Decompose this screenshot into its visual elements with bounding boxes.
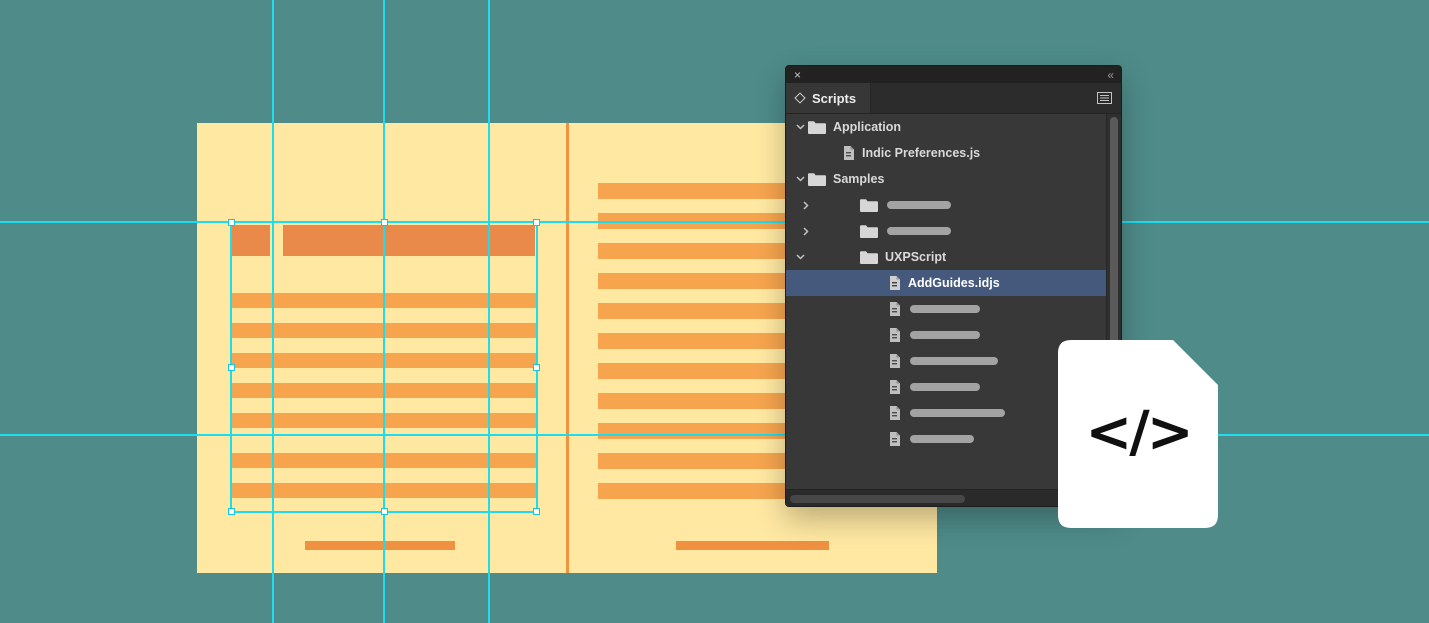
- tree-row-label: Samples: [833, 172, 884, 186]
- placeholder-bar: [910, 383, 980, 391]
- folder-icon: [808, 173, 826, 186]
- tab-diamond-icon: [794, 92, 805, 103]
- folder-icon: [860, 251, 878, 264]
- panel-tab-bar: Scripts: [786, 83, 1121, 114]
- canvas: × « Scripts Application: [0, 0, 1429, 623]
- selection-handle[interactable]: [228, 364, 235, 371]
- tree-row-label: AddGuides.idjs: [908, 276, 1000, 290]
- selected-text-frame[interactable]: [230, 221, 538, 513]
- selection-handle[interactable]: [228, 508, 235, 515]
- tree-row-application[interactable]: Application: [786, 114, 1121, 140]
- selection-handle[interactable]: [381, 219, 388, 226]
- caption-bar: [676, 541, 829, 550]
- placeholder-bar: [910, 357, 998, 365]
- folder-icon: [860, 199, 878, 212]
- chevron-down-icon[interactable]: [792, 124, 808, 130]
- script-file-icon: [888, 432, 901, 446]
- placeholder-bar: [910, 435, 974, 443]
- script-file-icon: [888, 276, 901, 290]
- selection-handle[interactable]: [228, 219, 235, 226]
- script-file-icon: [888, 328, 901, 342]
- placeholder-bar: [887, 227, 951, 235]
- chevron-right-icon[interactable]: [798, 201, 814, 210]
- panel-title-bar: × «: [786, 66, 1121, 83]
- placeholder-bar: [910, 409, 1005, 417]
- tree-row-uxpscript[interactable]: UXPScript: [786, 244, 1121, 270]
- code-file-badge: </>: [1058, 340, 1218, 528]
- chevron-down-icon[interactable]: [792, 254, 808, 260]
- selection-handle[interactable]: [533, 508, 540, 515]
- selection-handle[interactable]: [533, 364, 540, 371]
- chevron-right-icon[interactable]: [798, 227, 814, 236]
- placeholder-bar: [887, 201, 951, 209]
- folder-icon: [860, 225, 878, 238]
- horizontal-scrollbar-thumb[interactable]: [790, 495, 965, 503]
- tree-row-label: Application: [833, 120, 901, 134]
- tree-row-addguides-selected[interactable]: AddGuides.idjs: [786, 270, 1121, 296]
- script-file-icon: [842, 146, 855, 160]
- page-spine: [566, 123, 569, 573]
- caption-bar: [305, 541, 455, 550]
- tree-row-script[interactable]: [786, 296, 1121, 322]
- script-file-icon: [888, 380, 901, 394]
- panel-menu-icon[interactable]: [1097, 92, 1112, 104]
- tree-row-label: UXPScript: [885, 250, 946, 264]
- selection-handle[interactable]: [533, 219, 540, 226]
- tab-label: Scripts: [812, 91, 856, 106]
- selection-handle[interactable]: [381, 508, 388, 515]
- placeholder-bar: [910, 305, 980, 313]
- code-glyph: </>: [1058, 400, 1218, 465]
- tree-row-folder[interactable]: [786, 192, 1121, 218]
- script-file-icon: [888, 354, 901, 368]
- tree-row-folder[interactable]: [786, 218, 1121, 244]
- guide-horizontal[interactable]: [0, 221, 1429, 223]
- tree-row-label: Indic Preferences.js: [862, 146, 980, 160]
- tree-row-script[interactable]: Indic Preferences.js: [786, 140, 1121, 166]
- tab-scripts[interactable]: Scripts: [786, 83, 871, 113]
- collapse-icon[interactable]: «: [1107, 69, 1113, 81]
- close-icon[interactable]: ×: [794, 69, 801, 81]
- chevron-down-icon[interactable]: [792, 176, 808, 182]
- script-file-icon: [888, 302, 901, 316]
- tree-row-samples[interactable]: Samples: [786, 166, 1121, 192]
- folder-icon: [808, 121, 826, 134]
- placeholder-bar: [910, 331, 980, 339]
- script-file-icon: [888, 406, 901, 420]
